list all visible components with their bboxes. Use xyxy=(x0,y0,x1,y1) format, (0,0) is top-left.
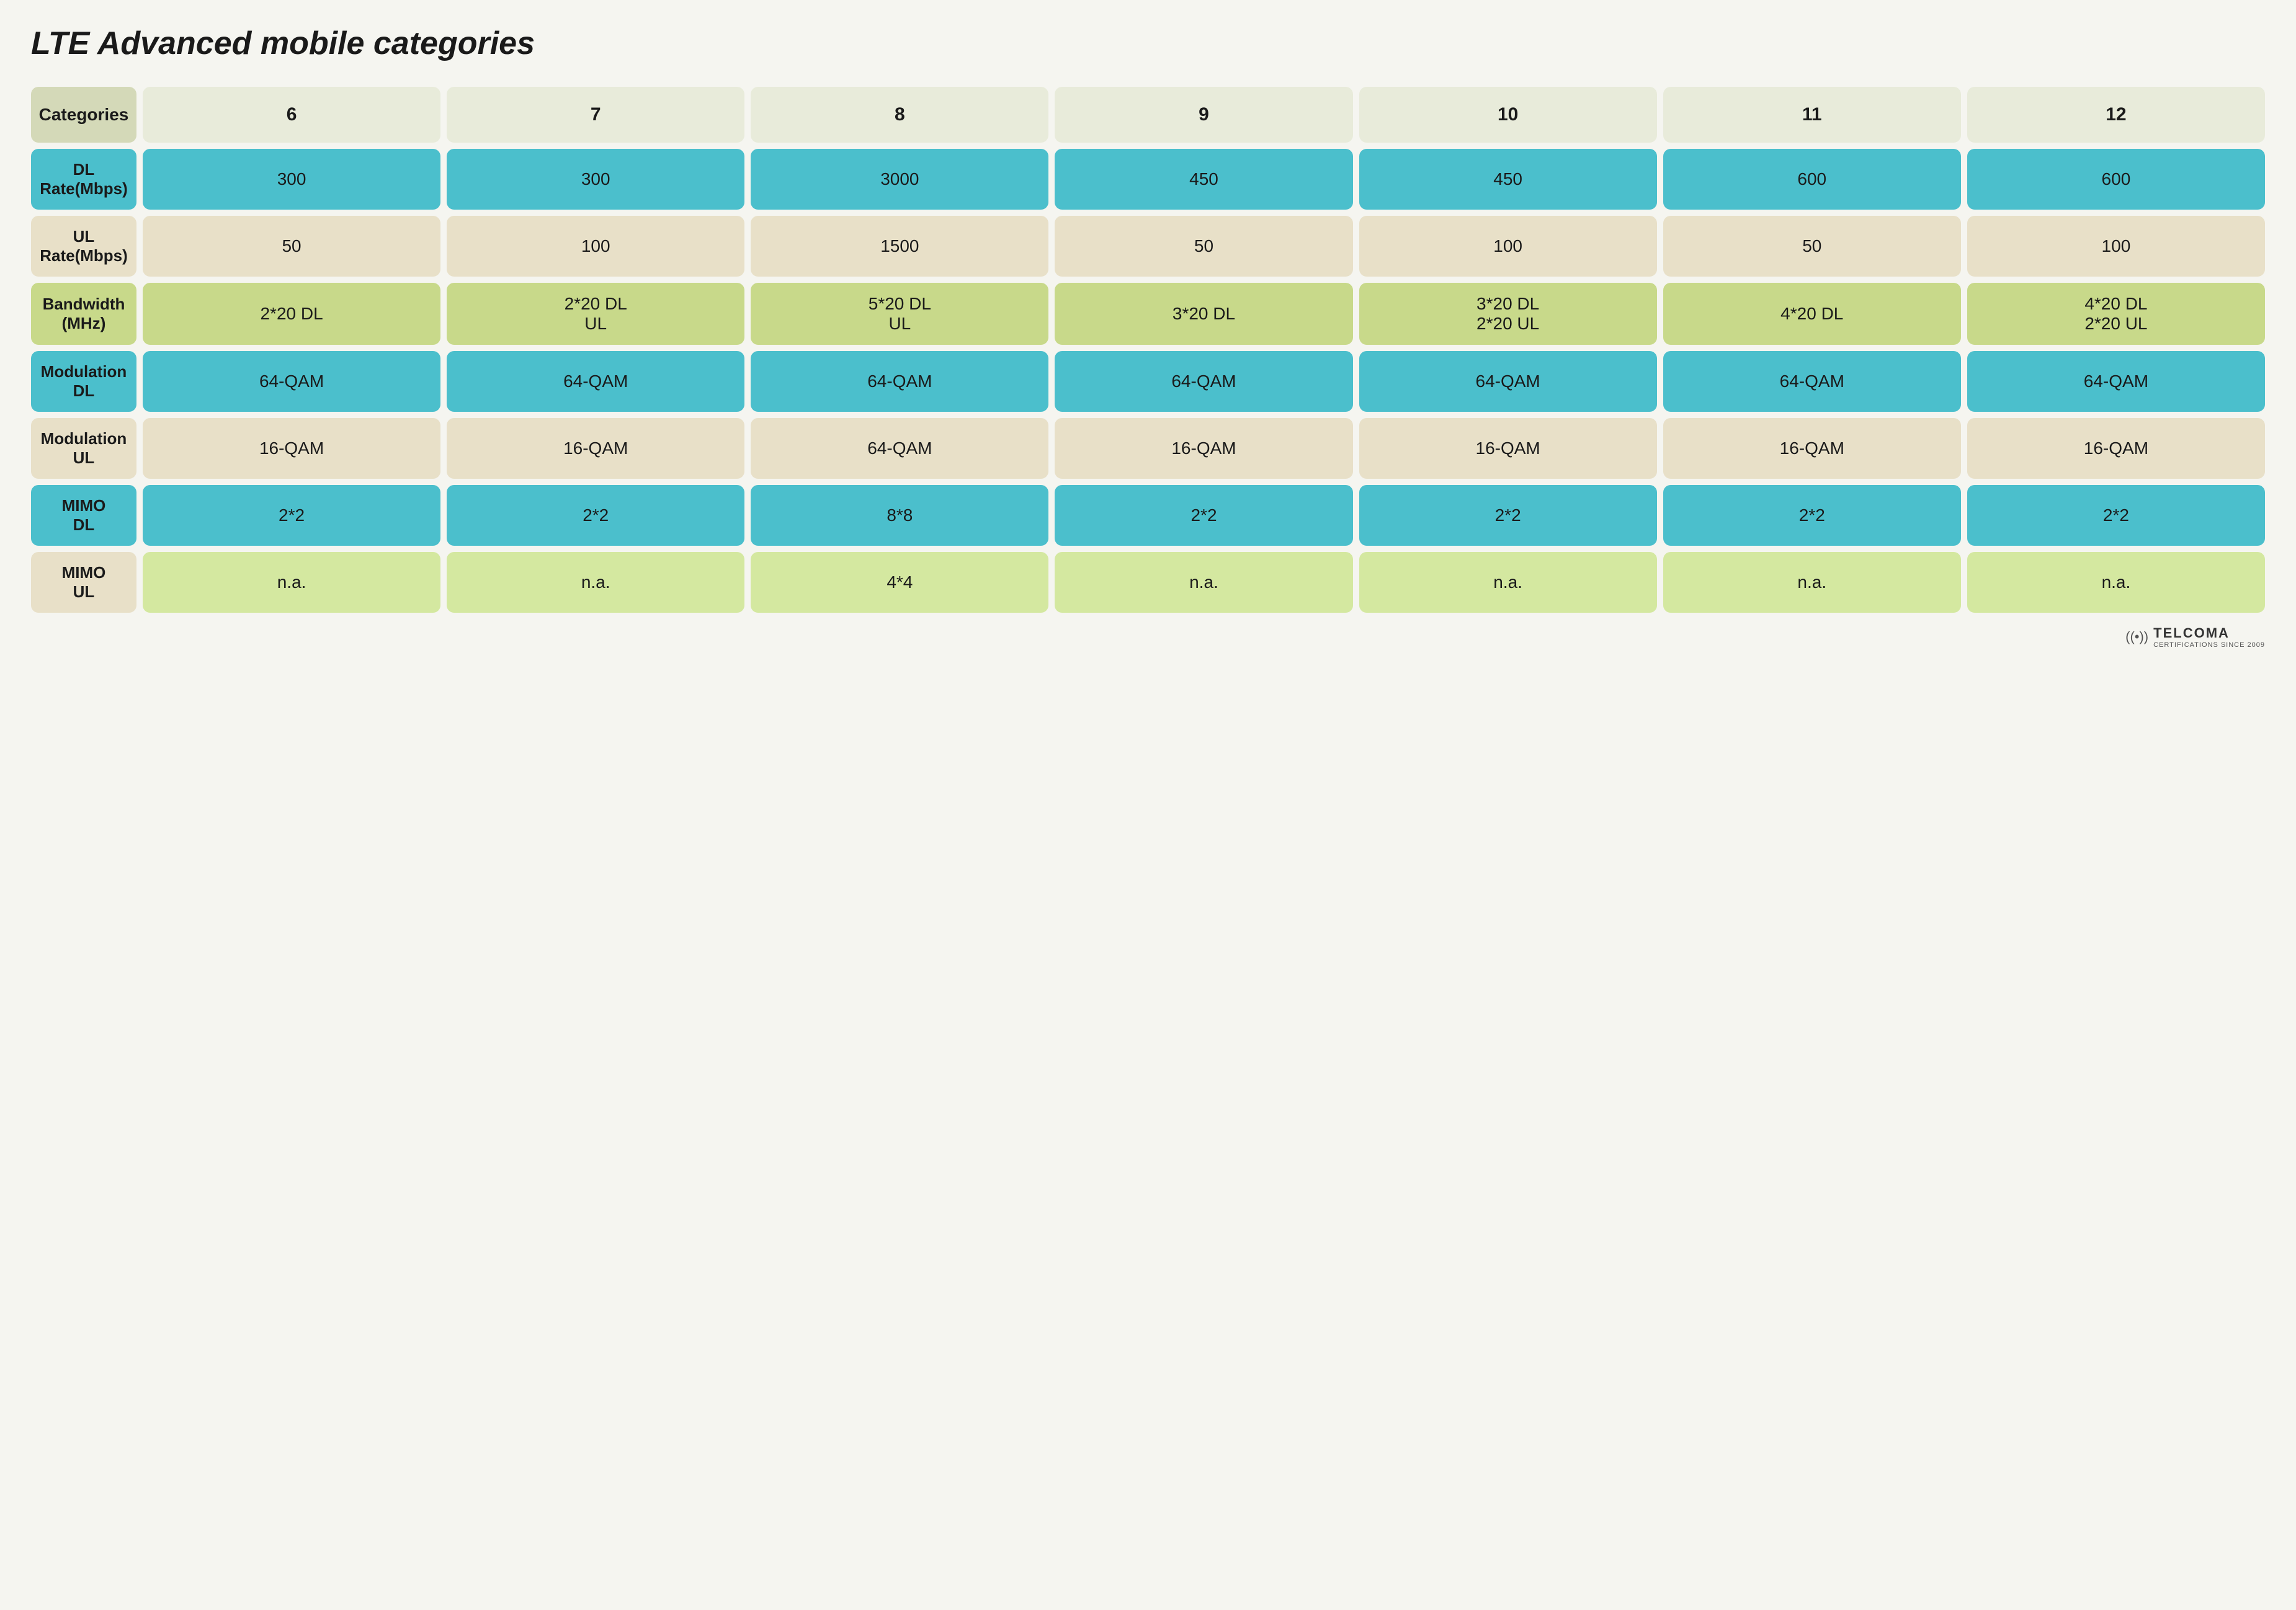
cell-row3-col0: 64-QAM xyxy=(143,351,440,412)
row-label-1: UL Rate(Mbps) xyxy=(31,216,136,277)
cell-row5-col0: 2*2 xyxy=(143,485,440,546)
cell-row4-col0: 16-QAM xyxy=(143,418,440,479)
row-label-3: Modulation DL xyxy=(31,351,136,412)
row-label-2: Bandwidth (MHz) xyxy=(31,283,136,345)
cell-row3-col6: 64-QAM xyxy=(1967,351,2265,412)
row-label-5: MIMO DL xyxy=(31,485,136,546)
cell-row5-col6: 2*2 xyxy=(1967,485,2265,546)
cell-row0-col3: 450 xyxy=(1055,149,1352,210)
cell-row4-col2: 64-QAM xyxy=(751,418,1048,479)
table-wrapper: Categories6789101112DL Rate(Mbps)3003003… xyxy=(31,87,2265,613)
cell-row2-col0: 2*20 DL xyxy=(143,283,440,345)
cell-row6-col6: n.a. xyxy=(1967,552,2265,613)
cell-row6-col5: n.a. xyxy=(1663,552,1961,613)
header-col-6: 6 xyxy=(143,87,440,143)
cell-row0-col0: 300 xyxy=(143,149,440,210)
cell-row5-col4: 2*2 xyxy=(1359,485,1657,546)
page-container: LTE Advanced mobile categories Categorie… xyxy=(31,25,2265,649)
cell-row1-col5: 50 xyxy=(1663,216,1961,277)
cell-row2-col6: 4*20 DL 2*20 UL xyxy=(1967,283,2265,345)
cell-row6-col4: n.a. xyxy=(1359,552,1657,613)
cell-row1-col0: 50 xyxy=(143,216,440,277)
cell-row6-col2: 4*4 xyxy=(751,552,1048,613)
cell-row0-col6: 600 xyxy=(1967,149,2265,210)
cell-row6-col3: n.a. xyxy=(1055,552,1352,613)
cell-row3-col2: 64-QAM xyxy=(751,351,1048,412)
cell-row1-col2: 1500 xyxy=(751,216,1048,277)
row-label-6: MIMO UL xyxy=(31,552,136,613)
header-col-8: 8 xyxy=(751,87,1048,143)
cell-row2-col4: 3*20 DL 2*20 UL xyxy=(1359,283,1657,345)
cell-row1-col6: 100 xyxy=(1967,216,2265,277)
cell-row5-col1: 2*2 xyxy=(447,485,744,546)
cell-row2-col1: 2*20 DL UL xyxy=(447,283,744,345)
cell-row4-col3: 16-QAM xyxy=(1055,418,1352,479)
cell-row4-col4: 16-QAM xyxy=(1359,418,1657,479)
cell-row3-col1: 64-QAM xyxy=(447,351,744,412)
cell-row0-col1: 300 xyxy=(447,149,744,210)
cell-row3-col3: 64-QAM xyxy=(1055,351,1352,412)
cell-row3-col5: 64-QAM xyxy=(1663,351,1961,412)
row-label-4: Modulation UL xyxy=(31,418,136,479)
cell-row0-col2: 3000 xyxy=(751,149,1048,210)
cell-row5-col5: 2*2 xyxy=(1663,485,1961,546)
cell-row3-col4: 64-QAM xyxy=(1359,351,1657,412)
header-col-12: 12 xyxy=(1967,87,2265,143)
cell-row6-col0: n.a. xyxy=(143,552,440,613)
cell-row1-col4: 100 xyxy=(1359,216,1657,277)
cell-row5-col2: 8*8 xyxy=(751,485,1048,546)
cell-row2-col3: 3*20 DL xyxy=(1055,283,1352,345)
header-categories-label: Categories xyxy=(31,87,136,143)
header-col-7: 7 xyxy=(447,87,744,143)
cell-row4-col5: 16-QAM xyxy=(1663,418,1961,479)
cell-row0-col5: 600 xyxy=(1663,149,1961,210)
telcoma-logo: ((•)) TELCOMA CERTIFICATIONS SINCE 2009 xyxy=(2125,625,2265,649)
cell-row4-col6: 16-QAM xyxy=(1967,418,2265,479)
row-label-0: DL Rate(Mbps) xyxy=(31,149,136,210)
cell-row5-col3: 2*2 xyxy=(1055,485,1352,546)
logo-waves-icon: ((•)) xyxy=(2125,629,2148,645)
cell-row0-col4: 450 xyxy=(1359,149,1657,210)
header-col-9: 9 xyxy=(1055,87,1352,143)
cell-row2-col5: 4*20 DL xyxy=(1663,283,1961,345)
cell-row6-col1: n.a. xyxy=(447,552,744,613)
cell-row2-col2: 5*20 DL UL xyxy=(751,283,1048,345)
page-title: LTE Advanced mobile categories xyxy=(31,25,2265,62)
header-col-11: 11 xyxy=(1663,87,1961,143)
footer: ((•)) TELCOMA CERTIFICATIONS SINCE 2009 xyxy=(31,625,2265,649)
logo-sub: CERTIFICATIONS SINCE 2009 xyxy=(2153,641,2265,649)
cell-row1-col3: 50 xyxy=(1055,216,1352,277)
cell-row1-col1: 100 xyxy=(447,216,744,277)
data-grid: Categories6789101112DL Rate(Mbps)3003003… xyxy=(31,87,2265,613)
logo-name: TELCOMA xyxy=(2153,625,2230,641)
header-col-10: 10 xyxy=(1359,87,1657,143)
cell-row4-col1: 16-QAM xyxy=(447,418,744,479)
